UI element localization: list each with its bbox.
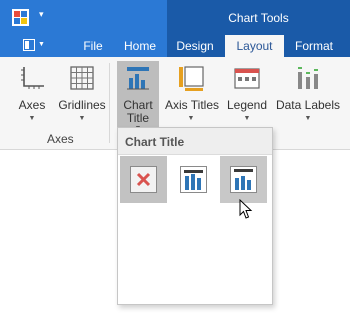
mouse-cursor-icon (239, 199, 253, 219)
axis-titles-icon (179, 66, 204, 91)
context-tab-group: Chart Tools (167, 0, 350, 35)
axes-icon (21, 67, 44, 89)
gallery-header: Chart Title (118, 128, 272, 155)
context-group-label: Chart Tools (228, 11, 289, 25)
gridlines-button[interactable]: Gridlines ▼ (57, 61, 107, 131)
chevron-down-icon: ▼ (78, 115, 86, 122)
tab-home[interactable]: Home (119, 35, 161, 57)
gallery-header-label: Chart Title (125, 135, 185, 149)
chevron-down-icon: ▼ (28, 115, 36, 122)
tab-layout[interactable]: Layout (225, 35, 284, 57)
axes-group-label: Axes (47, 132, 74, 146)
gallery-item-none[interactable] (120, 156, 167, 203)
chevron-down-icon: ▼ (304, 115, 312, 122)
chevron-down-icon: ▼ (187, 115, 195, 122)
data-labels-label: Data Labels (275, 98, 341, 112)
legend-button[interactable]: Legend ▼ (225, 61, 269, 131)
chart-title-button[interactable]: Chart Title ▼ (117, 61, 159, 132)
chart-title-label-line2: Title (126, 111, 150, 125)
app-logo-icon (12, 9, 29, 26)
gridlines-label: Gridlines (58, 98, 106, 112)
gallery-item-overlay[interactable] (170, 156, 217, 203)
no-chart-title-icon (130, 166, 157, 193)
application-menu-button[interactable]: ▼ (15, 37, 52, 54)
quick-access-customize-icon[interactable]: ▾ (39, 10, 44, 19)
title-bar: ▾ Chart Tools (0, 0, 350, 35)
tab-row: ▼ File Home Design Layout Format (0, 35, 350, 57)
group-separator (109, 63, 110, 143)
tab-file[interactable]: File (74, 35, 112, 57)
chart-title-overlay-icon (180, 166, 207, 193)
gridlines-icon (70, 66, 94, 90)
legend-icon (234, 68, 260, 89)
data-labels-button[interactable]: Data Labels ▼ (274, 61, 342, 131)
tab-design[interactable]: Design (170, 35, 220, 57)
chart-title-icon (127, 67, 149, 90)
legend-label: Legend (226, 98, 268, 112)
axes-label: Axes (18, 98, 46, 112)
gallery-item-above[interactable] (220, 156, 267, 203)
chart-title-above-icon (230, 166, 257, 193)
chevron-down-icon: ▼ (38, 41, 45, 48)
axis-titles-label: Axis Titles (165, 98, 220, 112)
chevron-down-icon: ▼ (243, 115, 251, 122)
data-labels-icon (298, 67, 318, 89)
axis-titles-button[interactable]: Axis Titles ▼ (165, 61, 220, 131)
tab-format[interactable]: Format (289, 35, 339, 57)
axes-button[interactable]: Axes ▼ (12, 61, 52, 131)
application-menu-icon (23, 39, 35, 51)
